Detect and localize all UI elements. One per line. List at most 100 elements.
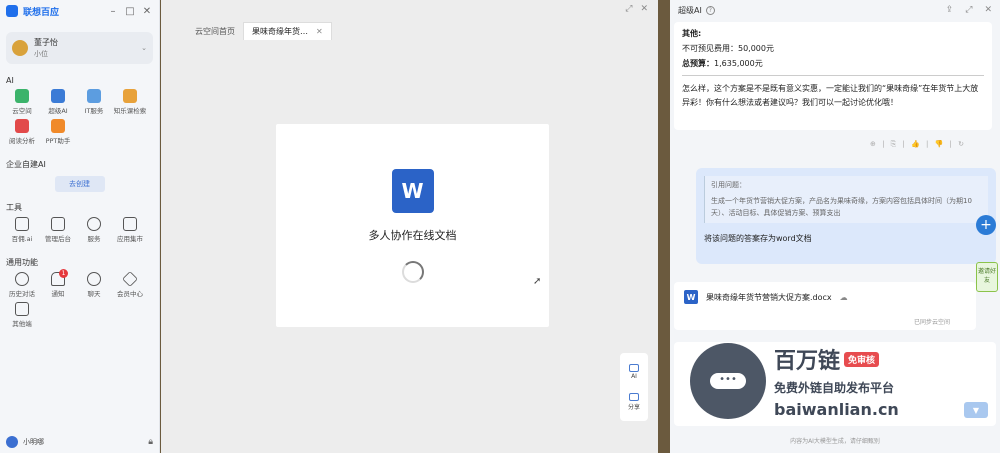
tile-ppt-assistant[interactable]: PPT助手: [40, 119, 76, 145]
doc-title: 多人协作在线文档: [368, 229, 457, 242]
tab-document[interactable]: 果味奇缘年货… ✕: [243, 22, 332, 40]
tool-label: 分享: [627, 403, 640, 411]
title-bar: 联想百应 – □ ✕: [0, 0, 159, 22]
admin-icon: [51, 217, 65, 231]
send-button[interactable]: ▼: [964, 402, 988, 418]
tile-label: 聊天: [87, 290, 101, 298]
other-label: 其他:: [682, 29, 702, 38]
mouse-cursor-icon: ➚: [533, 276, 542, 287]
tile-knowledge-search[interactable]: 知乐课检索: [112, 89, 148, 115]
tile-member-center[interactable]: 会员中心: [112, 271, 148, 298]
tile-baiyong-ai[interactable]: 百佣.ai: [4, 217, 40, 243]
tool-label: AI: [631, 372, 637, 380]
common-grid: 历史对话 1 通知 聊天 会员中心 其他端: [0, 269, 159, 330]
share-button[interactable]: 分享: [627, 392, 640, 411]
word-icon: W: [391, 169, 434, 213]
close-icon[interactable]: ✕: [141, 6, 153, 17]
tile-label: 通知: [51, 290, 65, 298]
tile-history[interactable]: 历史对话: [4, 272, 40, 298]
ai-tools-grid: 云空间 超级AI IT服务 知乐课检索 阅读分析 PPT助手: [0, 87, 159, 147]
ai-section-title: AI: [6, 76, 14, 85]
tile-chat[interactable]: 聊天: [76, 272, 112, 298]
document-loading-card: W 多人协作在线文档: [276, 124, 549, 327]
generated-file-card[interactable]: W 果味奇缘年货节营销大促方案.docx ☁ 已同步云空间: [674, 282, 976, 330]
divider: [682, 75, 984, 76]
tile-other-devices[interactable]: 其他端: [4, 302, 40, 328]
create-button[interactable]: 去创建: [54, 176, 105, 192]
minimize-icon[interactable]: –: [107, 6, 119, 17]
clock-icon: [15, 272, 29, 286]
cloud-space-icon: [15, 89, 29, 103]
close-icon[interactable]: ✕: [640, 4, 648, 14]
avatar: [12, 40, 28, 56]
ai-tool-button[interactable]: AI: [629, 363, 639, 380]
tile-label: 会员中心: [117, 290, 143, 298]
diamond-icon: [122, 271, 138, 287]
document-window: ⤢ ✕ 云空间首页 果味奇缘年货… ✕ W 多人协作在线文档 ➚ AI 分享: [161, 0, 658, 453]
user-profile-card[interactable]: 董子怡 小位 ⌄: [6, 32, 153, 64]
ppt-icon: [51, 119, 65, 133]
user-role: 小位: [34, 50, 48, 58]
main-app-window: 联想百应 – □ ✕ 董子怡 小位 ⌄ AI 云空间 超级AI IT服务 知乐课…: [0, 0, 160, 453]
total-value: 1,635,000元: [714, 59, 763, 68]
tile-label: IT服务: [84, 107, 104, 115]
tab-cloud-home[interactable]: 云空间首页: [187, 22, 243, 40]
tile-app-market[interactable]: 应用集市: [112, 217, 148, 243]
tile-service[interactable]: 服务: [76, 217, 112, 243]
ai-icon: [51, 89, 65, 103]
app-title: 联想百应: [23, 7, 60, 18]
quoted-question: 引用问题： 生成一个年货节营销大促方案，产品名为果味奇缘，方案内容包括具体时间（…: [704, 176, 988, 223]
lock-icon[interactable]: 🔒︎: [148, 437, 153, 447]
new-chat-button[interactable]: +: [976, 215, 996, 235]
tools-grid: 百佣.ai 管理后台 服务 应用集市: [0, 215, 159, 245]
close-tab-icon[interactable]: ✕: [316, 27, 323, 36]
devices-icon: [15, 302, 29, 316]
user-message-bubble: 引用问题： 生成一个年货节营销大促方案，产品名为果味奇缘，方案内容包括具体时间（…: [696, 168, 996, 264]
user-message-text: 将该问题的答案存为word文档: [704, 234, 812, 243]
share-icon: [628, 392, 639, 401]
invite-friends-button[interactable]: 邀请好友: [976, 262, 998, 292]
tile-label: 管理后台: [45, 235, 71, 243]
panel-title: 超级AI: [678, 5, 702, 15]
chevron-down-icon[interactable]: ⌄: [141, 44, 147, 52]
close-icon[interactable]: ✕: [984, 5, 992, 15]
loading-spinner-icon: [401, 261, 424, 283]
tile-label: 应用集市: [117, 235, 143, 243]
tile-notification[interactable]: 1 通知: [40, 269, 76, 298]
tile-admin[interactable]: 管理后台: [40, 217, 76, 243]
tile-label: PPT助手: [45, 137, 71, 145]
ai-pen-icon: [629, 363, 639, 372]
user-name: 董子怡: [34, 38, 58, 47]
sync-status: 已同步云空间: [913, 319, 950, 326]
book-icon: [123, 89, 137, 103]
tile-reading-analysis[interactable]: 阅读分析: [4, 119, 40, 145]
tile-it-service[interactable]: IT服务: [76, 89, 112, 115]
enterprise-section-title: 企业自建AI: [6, 160, 46, 169]
ai-disclaimer: 内容为AI大模型生成，请仔细甄别: [790, 438, 880, 445]
watermark: ••• 百万链 免审核 免费外链自助发布平台 baiwanlian.cn: [690, 338, 960, 424]
watermark-logo: •••: [690, 343, 766, 419]
tile-super-ai[interactable]: 超级AI: [40, 89, 76, 115]
tab-label: 果味奇缘年货…: [252, 27, 308, 36]
monitor-icon: [15, 217, 29, 231]
service-icon: [87, 217, 101, 231]
info-icon[interactable]: ?: [705, 5, 715, 15]
total-label: 总预算：: [682, 59, 714, 68]
tile-label: 百佣.ai: [11, 235, 33, 243]
common-section-title: 通用功能: [6, 258, 38, 267]
maximize-icon[interactable]: □: [124, 6, 136, 17]
tile-cloud-space[interactable]: 云空间: [4, 89, 40, 115]
footer-user-bar: 小明哪 🔒︎: [0, 431, 159, 453]
quote-label: 引用问题：: [711, 181, 746, 189]
watermark-tag: 免审核: [844, 351, 880, 367]
tools-section-title: 工具: [6, 203, 22, 212]
export-icon[interactable]: ⇪: [946, 5, 954, 15]
expand-icon[interactable]: ⤢: [965, 5, 972, 15]
reply-actions[interactable]: ⊕ | ⎘ | 👍 | 👎 | ↻: [870, 140, 966, 149]
avatar[interactable]: [6, 436, 18, 448]
quote-text: 生成一个年货节营销大促方案，产品名为果味奇缘，方案内容包括具体时间（为期10天）…: [711, 197, 972, 217]
expand-icon[interactable]: ⤢: [625, 4, 632, 14]
tile-label: 其他端: [12, 320, 32, 328]
watermark-url: baiwanlian.cn: [774, 400, 899, 419]
file-name: 果味奇缘年货节营销大促方案.docx: [706, 292, 832, 302]
